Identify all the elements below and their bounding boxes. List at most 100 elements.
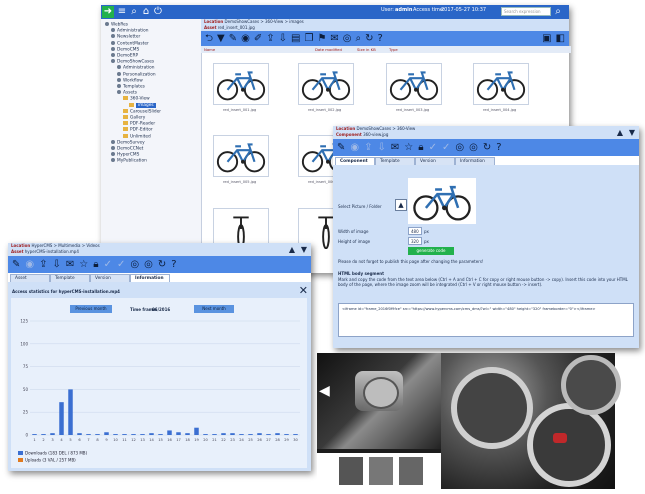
copy-icon[interactable]: ❐ [304, 33, 313, 44]
tab-version[interactable]: Version [415, 157, 455, 165]
watch-thumbnail[interactable] [369, 457, 393, 485]
image-view-icon[interactable]: ▣ [542, 33, 551, 44]
sidebar-item[interactable]: DemoSurvey [111, 139, 145, 146]
filter-icon[interactable]: ▼ [217, 33, 225, 44]
edit-icon[interactable]: ✎ [337, 142, 345, 153]
sidebar-item[interactable]: PDF-Editor [123, 127, 153, 133]
new-icon[interactable]: ▤ [291, 33, 300, 44]
publish-icon[interactable]: ⚑ [317, 33, 326, 44]
previous-month-button[interactable]: Previous month [70, 305, 112, 313]
refresh-icon[interactable]: ↻ [365, 33, 373, 44]
sidebar-item[interactable]: DemoERP [111, 53, 138, 59]
tab-information[interactable]: Information [455, 157, 495, 165]
sidebar-item[interactable]: Workflow [117, 77, 143, 84]
column-date-modified[interactable]: Date modified [313, 46, 355, 53]
location-label: Location [11, 243, 31, 248]
back-icon[interactable]: ⮌ [205, 33, 213, 44]
download-icon[interactable]: ⇩ [53, 259, 61, 270]
help-icon[interactable]: ? [496, 142, 501, 153]
help-icon[interactable]: ? [171, 259, 176, 270]
globe-icon[interactable]: ◎ [130, 259, 139, 270]
sidebar-item[interactable]: Administration [111, 28, 148, 34]
lock-icon[interactable]: 🔒︎ [418, 142, 423, 153]
sidebar-item[interactable]: Administration [117, 65, 154, 71]
scroll-up-icon[interactable]: ▲ [617, 128, 623, 137]
refresh-icon[interactable]: ↻ [158, 259, 166, 270]
asset-thumbnail[interactable] [386, 63, 442, 105]
asset-thumbnail[interactable] [298, 63, 354, 105]
next-month-button[interactable]: Next month [194, 305, 234, 313]
sidebar-item[interactable]: WebRes [105, 22, 128, 28]
menu-icon[interactable]: ≡ [116, 6, 128, 18]
column-name[interactable]: Name [201, 46, 314, 53]
upload-icon[interactable]: ⇪ [266, 33, 274, 44]
globe-icon[interactable]: ◎ [343, 33, 352, 44]
close-icon[interactable]: ✕ [299, 284, 308, 297]
lock-icon[interactable]: 🔒︎ [93, 259, 98, 270]
sidebar-item[interactable]: DemoCMS [111, 46, 139, 53]
download-icon[interactable]: ⇩ [279, 33, 287, 44]
sidebar-item[interactable]: CarouselSlider [123, 108, 161, 115]
panel-toggle-icon[interactable]: ◧ [556, 33, 565, 44]
tab-version[interactable]: Version [90, 274, 130, 282]
sidebar-item[interactable]: Templates [117, 84, 145, 90]
unpublish-icon[interactable]: ◎ [144, 259, 153, 270]
pen-icon[interactable]: ✐ [254, 33, 262, 44]
sidebar-item[interactable]: Newsletter [111, 34, 140, 40]
sidebar-item[interactable]: ContentMaster [111, 40, 149, 47]
sidebar-item[interactable]: Gallery [123, 115, 145, 121]
download-bar [167, 430, 172, 435]
x-tick-label: 10 [113, 438, 118, 442]
sidebar-item[interactable]: DemoShowCases [111, 59, 154, 65]
tab-asset[interactable]: Asset [10, 274, 50, 282]
watch-thumbnail[interactable] [339, 457, 363, 485]
edit-icon[interactable]: ✎ [229, 33, 237, 44]
view-icon[interactable]: ◉ [241, 33, 250, 44]
mail-icon[interactable]: ✉ [330, 33, 338, 44]
code-textarea[interactable]: <iframe id="frame_2016f0f9fce" src="http… [338, 303, 634, 337]
sidebar-item[interactable]: images [129, 102, 156, 109]
watch-thumbnail[interactable] [399, 457, 423, 485]
edit-icon[interactable]: ✎ [12, 259, 20, 270]
generate-code-button[interactable]: generate code [408, 247, 454, 255]
tab-template[interactable]: Template [50, 274, 90, 282]
tab-information[interactable]: Information [130, 274, 170, 282]
refresh-icon[interactable]: ↻ [483, 142, 491, 153]
mail-icon[interactable]: ✉ [391, 142, 399, 153]
height-input[interactable]: 320 [408, 237, 422, 245]
favorite-icon[interactable]: ☆ [404, 142, 413, 153]
home-icon[interactable]: ⌂ [140, 6, 152, 18]
search-icon[interactable]: ⌕ [128, 6, 140, 18]
upload-icon[interactable]: ⇪ [39, 259, 47, 270]
sidebar-item[interactable]: 360-View [123, 96, 150, 102]
globe-icon[interactable]: ◎ [455, 142, 464, 153]
sidebar-item[interactable]: MyPublication [111, 158, 147, 164]
gallery-prev-icon[interactable]: ◀ [319, 383, 330, 399]
tab-template[interactable]: Template [375, 157, 415, 165]
sidebar-item[interactable]: Personalization [117, 71, 156, 78]
help-icon[interactable]: ? [378, 33, 383, 44]
sidebar-item[interactable]: DemoCCNet [111, 146, 143, 152]
sidebar-item[interactable]: Unlimited [123, 133, 151, 140]
power-icon[interactable]: ⏻ [152, 6, 164, 18]
asset-thumbnail[interactable] [213, 63, 269, 105]
tab-component[interactable]: Component [335, 157, 375, 165]
search-tool-icon[interactable]: ⌕ [356, 33, 362, 44]
scroll-down-icon[interactable]: ▼ [301, 245, 307, 254]
asset-thumbnail[interactable] [473, 63, 529, 105]
mail-icon[interactable]: ✉ [66, 259, 74, 270]
sidebar-item[interactable]: Assets [117, 90, 137, 96]
favorite-icon[interactable]: ☆ [79, 259, 88, 270]
scroll-down-icon[interactable]: ▼ [629, 128, 635, 137]
sidebar-item[interactable]: PDF-Reader [123, 121, 155, 127]
search-input[interactable]: Search expression [501, 7, 551, 16]
column-type[interactable]: Type [387, 46, 571, 53]
asset-thumbnail[interactable] [213, 135, 269, 177]
scroll-up-icon[interactable]: ▲ [289, 245, 295, 254]
column-size[interactable]: Size in KB [355, 46, 387, 53]
unpublish-icon[interactable]: ◎ [469, 142, 478, 153]
image-picker-icon[interactable]: ▲ [395, 199, 407, 211]
width-input[interactable]: 480 [408, 227, 422, 235]
sidebar-item[interactable]: HyperCMS [111, 152, 139, 158]
search-go-icon[interactable]: ⌕ [552, 6, 564, 18]
